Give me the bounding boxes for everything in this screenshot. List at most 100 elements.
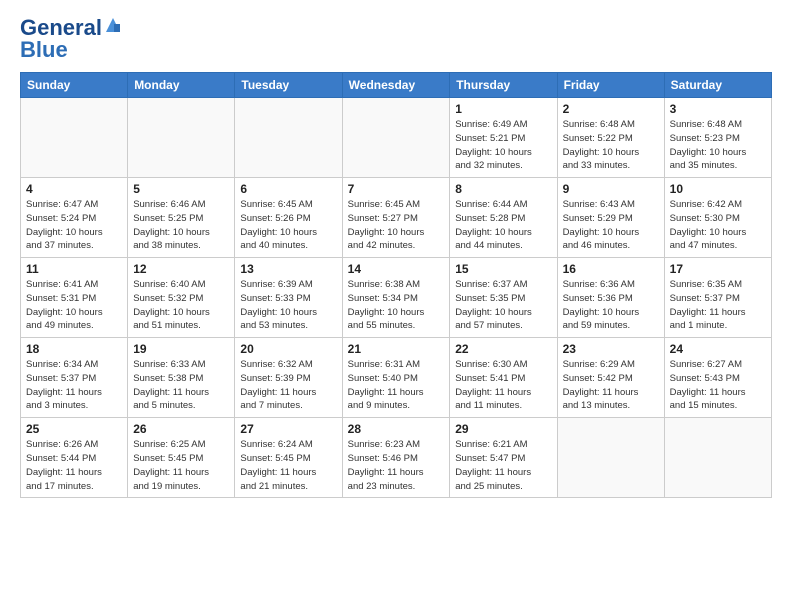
calendar-header-sunday: Sunday [21,73,128,98]
day-info: Sunrise: 6:38 AMSunset: 5:34 PMDaylight:… [348,278,445,333]
day-info: Sunrise: 6:49 AMSunset: 5:21 PMDaylight:… [455,118,551,173]
calendar-cell: 9 Sunrise: 6:43 AMSunset: 5:29 PMDaylight… [557,178,664,258]
calendar-cell: 8Sunrise: 6:44 AMSunset: 5:28 PMDaylight… [450,178,557,258]
calendar-cell [128,98,235,178]
day-info: Sunrise: 6:35 AMSunset: 5:37 PMDaylight:… [670,278,766,333]
logo-blue-text: Blue [20,37,68,62]
day-number: 26 [133,422,229,436]
calendar-header-friday: Friday [557,73,664,98]
day-info: Sunrise: 6:48 AMSunset: 5:22 PMDaylight:… [563,118,659,173]
logo-icon [104,16,122,34]
calendar-cell: 15 Sunrise: 6:37 AMSunset: 5:35 PMDayligh… [450,258,557,338]
calendar-cell: 28Sunrise: 6:23 AMSunset: 5:46 PMDayligh… [342,418,450,498]
calendar-cell: 25 Sunrise: 6:26 AMSunset: 5:44 PMDayligh… [21,418,128,498]
day-info: Sunrise: 6:37 AMSunset: 5:35 PMDaylight:… [455,278,551,333]
day-info: Sunrise: 6:42 AMSunset: 5:30 PMDaylight:… [670,198,766,253]
day-number: 1 [455,102,551,116]
calendar-cell: 20 Sunrise: 6:32 AMSunset: 5:39 PMDayligh… [235,338,342,418]
day-info: Sunrise: 6:45 AMSunset: 5:26 PMDaylight:… [240,198,336,253]
calendar-cell: 1 Sunrise: 6:49 AMSunset: 5:21 PMDaylight… [450,98,557,178]
calendar-cell: 16 Sunrise: 6:36 AMSunset: 5:36 PMDayligh… [557,258,664,338]
day-info: Sunrise: 6:45 AMSunset: 5:27 PMDaylight:… [348,198,445,253]
day-number: 18 [26,342,122,356]
day-info: Sunrise: 6:48 AMSunset: 5:23 PMDaylight:… [670,118,766,173]
calendar-cell [342,98,450,178]
calendar-week-0: 1 Sunrise: 6:49 AMSunset: 5:21 PMDaylight… [21,98,772,178]
day-info: Sunrise: 6:26 AMSunset: 5:44 PMDaylight:… [26,438,122,493]
day-number: 24 [670,342,766,356]
calendar-week-1: 4 Sunrise: 6:47 AMSunset: 5:24 PMDaylight… [21,178,772,258]
day-info: Sunrise: 6:30 AMSunset: 5:41 PMDaylight:… [455,358,551,413]
day-info: Sunrise: 6:33 AMSunset: 5:38 PMDaylight:… [133,358,229,413]
calendar-cell: 3 Sunrise: 6:48 AMSunset: 5:23 PMDaylight… [664,98,771,178]
calendar-table: SundayMondayTuesdayWednesdayThursdayFrid… [20,72,772,498]
day-info: Sunrise: 6:32 AMSunset: 5:39 PMDaylight:… [240,358,336,413]
day-number: 3 [670,102,766,116]
day-info: Sunrise: 6:25 AMSunset: 5:45 PMDaylight:… [133,438,229,493]
day-info: Sunrise: 6:46 AMSunset: 5:25 PMDaylight:… [133,198,229,253]
calendar-week-2: 11 Sunrise: 6:41 AMSunset: 5:31 PMDayligh… [21,258,772,338]
calendar-cell: 13 Sunrise: 6:39 AMSunset: 5:33 PMDayligh… [235,258,342,338]
day-info: Sunrise: 6:39 AMSunset: 5:33 PMDaylight:… [240,278,336,333]
calendar-cell: 6 Sunrise: 6:45 AMSunset: 5:26 PMDaylight… [235,178,342,258]
day-number: 6 [240,182,336,196]
day-info: Sunrise: 6:47 AMSunset: 5:24 PMDaylight:… [26,198,122,253]
day-number: 9 [563,182,659,196]
calendar-cell: 21 Sunrise: 6:31 AMSunset: 5:40 PMDayligh… [342,338,450,418]
day-number: 19 [133,342,229,356]
calendar-cell: 17 Sunrise: 6:35 AMSunset: 5:37 PMDayligh… [664,258,771,338]
calendar-header-saturday: Saturday [664,73,771,98]
calendar-cell [557,418,664,498]
day-info: Sunrise: 6:36 AMSunset: 5:36 PMDaylight:… [563,278,659,333]
day-number: 20 [240,342,336,356]
logo-line: General [20,16,122,39]
day-number: 25 [26,422,122,436]
day-number: 10 [670,182,766,196]
day-number: 15 [455,262,551,276]
calendar-cell: 29 Sunrise: 6:21 AMSunset: 5:47 PMDayligh… [450,418,557,498]
day-number: 28 [348,422,445,436]
day-number: 14 [348,262,445,276]
day-number: 16 [563,262,659,276]
calendar-header-monday: Monday [128,73,235,98]
header: General Blue [20,16,772,62]
calendar-header-row: SundayMondayTuesdayWednesdayThursdayFrid… [21,73,772,98]
calendar-header-tuesday: Tuesday [235,73,342,98]
day-number: 29 [455,422,551,436]
day-info: Sunrise: 6:27 AMSunset: 5:43 PMDaylight:… [670,358,766,413]
day-info: Sunrise: 6:29 AMSunset: 5:42 PMDaylight:… [563,358,659,413]
logo-general: General [20,15,102,40]
calendar-cell: 12Sunrise: 6:40 AMSunset: 5:32 PMDayligh… [128,258,235,338]
day-info: Sunrise: 6:24 AMSunset: 5:45 PMDaylight:… [240,438,336,493]
calendar-cell: 14 Sunrise: 6:38 AMSunset: 5:34 PMDayligh… [342,258,450,338]
calendar-header-thursday: Thursday [450,73,557,98]
calendar-cell: 26 Sunrise: 6:25 AMSunset: 5:45 PMDayligh… [128,418,235,498]
day-number: 13 [240,262,336,276]
calendar-week-4: 25 Sunrise: 6:26 AMSunset: 5:44 PMDayligh… [21,418,772,498]
day-info: Sunrise: 6:34 AMSunset: 5:37 PMDaylight:… [26,358,122,413]
day-number: 11 [26,262,122,276]
day-info: Sunrise: 6:41 AMSunset: 5:31 PMDaylight:… [26,278,122,333]
calendar-cell: 4 Sunrise: 6:47 AMSunset: 5:24 PMDaylight… [21,178,128,258]
calendar-cell: 11 Sunrise: 6:41 AMSunset: 5:31 PMDayligh… [21,258,128,338]
day-number: 21 [348,342,445,356]
day-info: Sunrise: 6:21 AMSunset: 5:47 PMDaylight:… [455,438,551,493]
day-number: 2 [563,102,659,116]
logo-text: General [20,17,102,39]
day-number: 17 [670,262,766,276]
day-info: Sunrise: 6:44 AMSunset: 5:28 PMDaylight:… [455,198,551,253]
calendar-cell: 23Sunrise: 6:29 AMSunset: 5:42 PMDayligh… [557,338,664,418]
day-number: 4 [26,182,122,196]
day-number: 7 [348,182,445,196]
calendar-cell: 7 Sunrise: 6:45 AMSunset: 5:27 PMDaylight… [342,178,450,258]
calendar-cell: 19 Sunrise: 6:33 AMSunset: 5:38 PMDayligh… [128,338,235,418]
calendar-cell: 2 Sunrise: 6:48 AMSunset: 5:22 PMDaylight… [557,98,664,178]
logo: General Blue [20,16,122,62]
calendar-cell: 5Sunrise: 6:46 AMSunset: 5:25 PMDaylight… [128,178,235,258]
calendar-cell: 24 Sunrise: 6:27 AMSunset: 5:43 PMDayligh… [664,338,771,418]
day-info: Sunrise: 6:31 AMSunset: 5:40 PMDaylight:… [348,358,445,413]
calendar-cell [21,98,128,178]
day-number: 12 [133,262,229,276]
day-info: Sunrise: 6:43 AMSunset: 5:29 PMDaylight:… [563,198,659,253]
calendar-cell: 18 Sunrise: 6:34 AMSunset: 5:37 PMDayligh… [21,338,128,418]
